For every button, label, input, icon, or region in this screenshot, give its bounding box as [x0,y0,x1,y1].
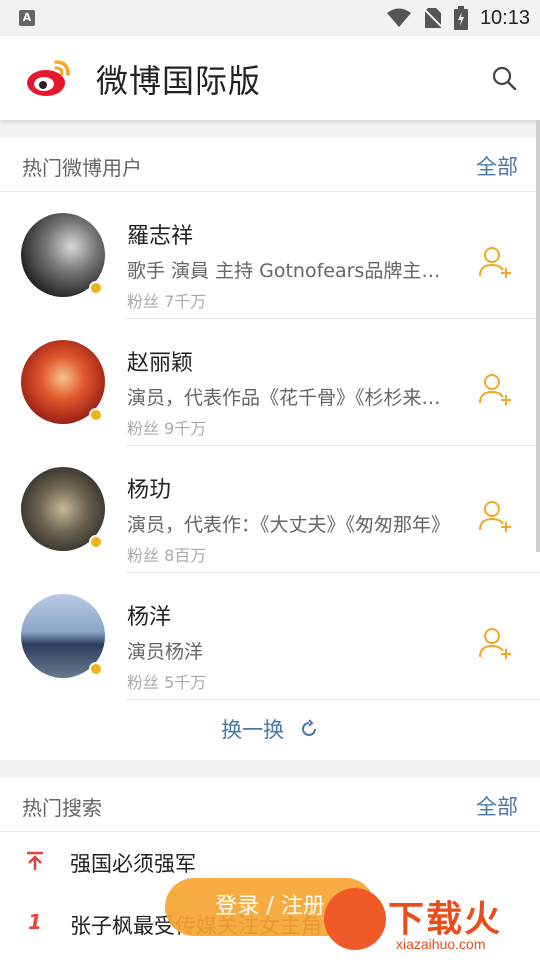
follow-user-icon[interactable] [478,498,514,534]
hot-users-section: 热门微博用户 全部 羅志祥 歌手 演員 主持 Gotnofears品牌主理人 粉… [0,138,540,760]
scrollbar[interactable] [536,120,540,552]
section-header: 热门微博用户 全部 [0,138,540,192]
view-all-users-link[interactable]: 全部 [476,151,518,181]
verified-badge-icon [89,281,103,295]
user-name: 赵丽颖 [127,351,194,376]
watermark-logo-icon [324,888,386,950]
top-rank-icon [27,851,43,870]
user-description: 演员，代表作：《大丈夫》《匆匆那年》 [127,514,451,536]
watermark-title: 下载火 [388,899,503,940]
refresh-users-button[interactable]: 换一换 [0,714,540,754]
follow-user-icon[interactable] [478,371,514,407]
user-fans-count: 粉丝 9千万 [127,419,207,438]
clock: 10:13 [479,6,530,29]
follow-user-icon[interactable] [478,244,514,280]
section-title: 热门搜索 [22,796,102,820]
user-row[interactable]: 赵丽颖 演员，代表作品《花千骨》《杉杉来了》 粉丝 9千万 [0,319,540,446]
follow-user-icon[interactable] [478,625,514,661]
hot-search-text: 强国必须强军 [70,852,196,876]
battery-icon [453,6,468,30]
app-header: 微博国际版 [0,36,540,120]
user-description: 歌手 演員 主持 Gotnofears品牌主理人 [127,260,452,282]
watermark: 下载火 xiazaihuo.com [318,880,540,960]
user-row[interactable]: 杨洋 演员杨洋 粉丝 5千万 [0,573,540,700]
status-bar: A 10:13 [0,0,540,36]
section-header: 热门搜索 全部 [0,778,540,832]
wifi-icon [386,8,411,27]
weibo-logo [27,60,70,96]
user-fans-count: 粉丝 7千万 [127,292,207,311]
user-fans-count: 粉丝 8百万 [127,546,207,565]
hot-search-rank: 1 [28,910,42,934]
status-icons: 10:13 [386,0,530,36]
user-name: 杨洋 [127,605,172,630]
refresh-label: 换一换 [221,718,285,742]
user-row[interactable]: 羅志祥 歌手 演員 主持 Gotnofears品牌主理人 粉丝 7千万 [0,192,540,319]
user-fans-count: 粉丝 5千万 [127,673,207,692]
watermark-url: xiazaihuo.com [396,936,486,952]
refresh-icon [301,719,316,736]
app-notification-icon: A [19,10,35,26]
search-icon[interactable] [490,64,518,92]
verified-badge-icon [89,535,103,549]
user-description: 演员杨洋 [127,641,204,663]
user-row[interactable]: 杨玏 演员，代表作：《大丈夫》《匆匆那年》 粉丝 8百万 [0,446,540,573]
section-title: 热门微博用户 [22,156,142,180]
verified-badge-icon [89,408,103,422]
no-sim-icon [423,8,442,28]
user-name: 杨玏 [127,478,172,503]
view-all-searches-link[interactable]: 全部 [476,791,518,821]
user-description: 演员，代表作品《花千骨》《杉杉来了》 [127,387,452,409]
divider [126,699,540,700]
verified-badge-icon [89,662,103,676]
app-title: 微博国际版 [96,62,262,100]
user-name: 羅志祥 [127,224,194,249]
